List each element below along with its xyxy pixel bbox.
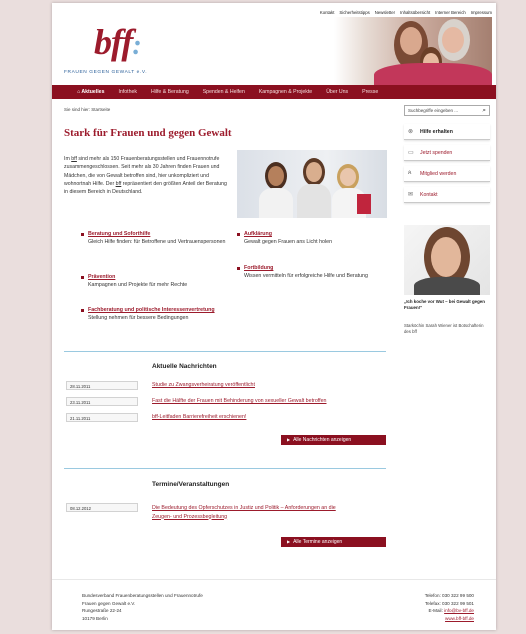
- event-link[interactable]: Die Bedeutung des Opferschutzes in Justi…: [152, 504, 392, 521]
- sidebar-item-hilfe[interactable]: ⊗ Hilfe erhalten: [404, 124, 490, 140]
- bff-logo[interactable]: bff:: [94, 21, 142, 63]
- search-input[interactable]: Suchbegriffe eingeben ... ⌕: [404, 105, 490, 116]
- nav-hilfe-beratung[interactable]: Hilfe & Beratung: [144, 89, 196, 95]
- footer-contact: Telefon: 030 322 99 500 Telefax: 030 322…: [424, 593, 474, 623]
- news-row: 21.11.2011 bff-Leitfaden Barrierefreihei…: [66, 413, 386, 423]
- news-section-title: Aktuelle Nachrichten: [152, 363, 217, 370]
- nav-ueber-uns[interactable]: Über Uns: [319, 89, 355, 95]
- footer-fax: Telefax: 030 322 99 501: [424, 600, 474, 606]
- top-navigation: Kontakt Sicherheitstipps Newsletter Inha…: [320, 10, 492, 15]
- divider: [64, 351, 386, 352]
- service-title-link[interactable]: Prävention: [88, 273, 228, 281]
- event-date: 08.12.2012: [66, 503, 138, 512]
- bullet: [237, 233, 240, 236]
- header-family-photo: [334, 17, 492, 85]
- news-row: 28.11.2011 Studie zu Zwangsverheiratung …: [66, 381, 386, 391]
- main-navigation: ⌂ Aktuelles Infothek Hilfe & Beratung Sp…: [52, 85, 496, 99]
- news-date: 21.11.2011: [66, 413, 138, 422]
- sidebar-item-mitglied[interactable]: ጰ Mitglied werden: [404, 166, 490, 182]
- service-desc: Gleich Hilfe finden: für Betroffene und …: [88, 239, 226, 246]
- service-beratung: Beratung und Soforthilfe Gleich Hilfe fi…: [81, 230, 228, 247]
- bullet: [81, 276, 84, 279]
- people-icon: ጰ: [408, 170, 412, 176]
- nav-infothek[interactable]: Infothek: [111, 89, 143, 95]
- footer-phone: Telefon: 030 322 99 500: [424, 593, 474, 598]
- nav-presse[interactable]: Presse: [355, 89, 385, 95]
- event-row: 08.12.2012 Die Bedeutung des Opferschutz…: [66, 503, 386, 523]
- all-events-button[interactable]: ▶ Alle Termine anzeigen: [281, 537, 386, 547]
- ambassador-quote: „Ich koche vor Wut – bei Gewalt gegen Fr…: [404, 299, 485, 311]
- sidebar-item-spenden[interactable]: ▭ Jetzt spenden: [404, 145, 490, 161]
- service-aufklaerung: Aufklärung Gewalt gegen Frauen ans Licht…: [237, 230, 384, 247]
- footer: Bundesverband Frauenberatungsstellen und…: [52, 579, 496, 630]
- service-title-link[interactable]: Fortbildung: [244, 264, 384, 272]
- page-title: Stark für Frauen und gegen Gewalt: [64, 127, 232, 139]
- card-icon: ▭: [408, 150, 414, 156]
- service-praevention: Prävention Kampagnen und Projekte für me…: [81, 273, 228, 290]
- topnav-kontakt[interactable]: Kontakt: [320, 10, 335, 15]
- bullet: [81, 233, 84, 236]
- ambassador-portrait[interactable]: [404, 225, 490, 295]
- service-fachberatung: Fachberatung und politische Interessenve…: [81, 306, 228, 323]
- search-icon[interactable]: ⌕: [482, 107, 486, 115]
- service-desc: Gewalt gegen Frauen ans Licht holen: [244, 239, 333, 246]
- women-group-photo: [237, 150, 387, 218]
- service-title-link[interactable]: Aufklärung: [244, 230, 384, 238]
- lifebuoy-icon: ⊗: [408, 129, 414, 135]
- service-desc: Kampagnen und Projekte für mehr Rechte: [88, 282, 188, 289]
- logo-colon-mark: :: [132, 30, 141, 61]
- nav-spenden-helfen[interactable]: Spenden & Helfen: [196, 89, 252, 95]
- search-placeholder: Suchbegriffe eingeben ...: [408, 108, 458, 113]
- service-title-link[interactable]: Beratung und Soforthilfe: [88, 230, 228, 238]
- topnav-inhaltsuebersicht[interactable]: Inhaltsübersicht: [400, 10, 430, 15]
- service-desc: Wissen vermitteln für erfolgreiche Hilfe…: [244, 273, 368, 280]
- sidebar-item-kontakt[interactable]: ✉ Kontakt: [404, 187, 490, 203]
- bullet: [81, 309, 84, 312]
- footer-address: Bundesverband Frauenberatungsstellen und…: [82, 593, 203, 621]
- nav-kampagnen-projekte[interactable]: Kampagnen & Projekte: [252, 89, 319, 95]
- topnav-newsletter[interactable]: Newsletter: [375, 10, 395, 15]
- news-row: 23.11.2011 Fast die Hälfte der Frauen mi…: [66, 397, 386, 407]
- footer-web-link[interactable]: www.bff-bff.de: [425, 615, 474, 623]
- nav-aktuelles[interactable]: ⌂ Aktuelles: [70, 89, 111, 95]
- page: Kontakt Sicherheitstipps Newsletter Inha…: [52, 3, 496, 630]
- bullet: [237, 267, 240, 270]
- mail-icon: ✉: [408, 192, 414, 198]
- news-date: 28.11.2011: [66, 381, 138, 390]
- breadcrumb: Sie sind hier: Startseite: [64, 107, 111, 112]
- service-desc: Stellung nehmen für bessere Bedingungen: [88, 315, 189, 322]
- all-news-button[interactable]: ▶ Alle Nachrichten anzeigen: [281, 435, 386, 445]
- news-link[interactable]: bff-Leitfaden Barrierefreiheit erschiene…: [152, 414, 246, 420]
- footer-email-link[interactable]: info@bv-bff.de: [444, 608, 474, 613]
- ambassador-caption: Starköchin Sarah Wiener ist Botschafteri…: [404, 323, 484, 335]
- topnav-interner-bereich[interactable]: Interner Bereich: [435, 10, 466, 15]
- topnav-sicherheitstipps[interactable]: Sicherheitstipps: [339, 10, 369, 15]
- topnav-impressum[interactable]: Impressum: [471, 10, 492, 15]
- header: Kontakt Sicherheitstipps Newsletter Inha…: [52, 3, 496, 85]
- news-link[interactable]: Studie zu Zwangsverheiratung veröffentli…: [152, 382, 255, 388]
- service-title-link[interactable]: Fachberatung und politische Interessenve…: [88, 306, 228, 314]
- events-section-title: Termine/Veranstaltungen: [152, 481, 230, 488]
- service-fortbildung: Fortbildung Wissen vermitteln für erfolg…: [237, 264, 384, 281]
- arrow-right-icon: ▶: [287, 539, 291, 544]
- intro-text: Im bff sind mehr als 150 Frauenberatungs…: [64, 156, 227, 196]
- news-link[interactable]: Fast die Hälfte der Frauen mit Behinderu…: [152, 398, 327, 404]
- news-date: 23.11.2011: [66, 397, 138, 406]
- divider: [64, 468, 386, 469]
- arrow-right-icon: ▶: [287, 437, 291, 442]
- logo-tagline: FRAUEN GEGEN GEWALT e.V.: [64, 70, 148, 75]
